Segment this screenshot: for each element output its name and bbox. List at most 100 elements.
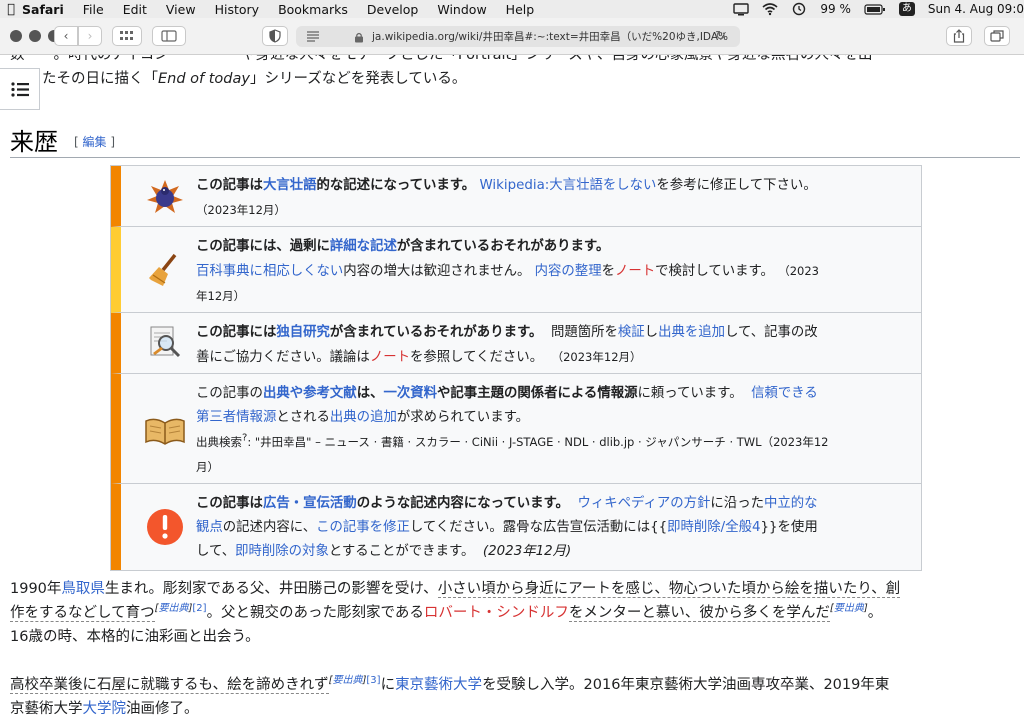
bio-redlink[interactable]: ロバート・シンドルフ — [424, 605, 569, 621]
broom-icon — [143, 248, 187, 292]
notice-link[interactable]: 百科事典に相応しくない — [196, 264, 343, 279]
menu-help[interactable]: Help — [506, 2, 535, 17]
notice-link[interactable]: 出典の追加 — [330, 410, 397, 425]
notice-text: とすることができます。 — [328, 544, 475, 559]
notice-link[interactable]: ウィキペディアの方針 — [577, 496, 710, 511]
share-button[interactable] — [946, 26, 972, 46]
bio-link[interactable]: 東京藝術大学 — [395, 677, 482, 693]
notice-text: が求められています。 — [396, 410, 530, 425]
toc-toggle-button[interactable] — [0, 68, 40, 110]
menu-clock[interactable]: Sun 4. Aug 09:0 — [928, 2, 1024, 16]
edit-section-link[interactable]: 編集 — [83, 135, 107, 149]
tab-overview-button[interactable] — [112, 26, 142, 46]
notice-link[interactable]: 信頼できる — [751, 386, 818, 401]
notice-link[interactable]: 第三者情報源 — [196, 410, 276, 425]
menu-window[interactable]: Window — [437, 2, 486, 17]
notice-text: を — [601, 264, 615, 279]
heading-divider — [10, 157, 1020, 158]
notice-text: 情報源 — [597, 386, 638, 401]
back-button[interactable]: ‹ — [54, 26, 78, 46]
citation-needed-link[interactable]: 要出典 — [834, 603, 864, 614]
url-text: ja.wikipedia.org/wiki/井田幸昌#:~:text=井田幸昌（… — [372, 31, 728, 43]
peacock-icon — [143, 174, 187, 218]
notice-text: に沿った — [710, 496, 764, 511]
reload-icon[interactable]: ↻ — [715, 29, 726, 44]
notice-text: この記事には — [196, 325, 277, 340]
reference-link[interactable]: [2] — [192, 603, 206, 614]
notice-link[interactable]: 独自研究 — [276, 325, 330, 340]
notice-text: のような記述内容になっています。 — [356, 496, 569, 511]
menu-bookmarks[interactable]: Bookmarks — [278, 2, 348, 17]
menu-app-name[interactable]: Safari — [22, 2, 64, 17]
notice-broom: この記事には、過剰に詳細な記述が含まれているおそれがあります。 百科事典に相応し… — [111, 227, 921, 313]
citation-needed-link[interactable]: 要出典 — [158, 603, 188, 614]
notice-link[interactable]: この記事を修正 — [316, 520, 410, 535]
notice-text: や記事主題の関係者による — [437, 386, 598, 401]
forward-button[interactable]: › — [78, 26, 102, 46]
citation-needed-link[interactable]: 要出典 — [332, 675, 362, 686]
notice-text: が含まれているおそれがあります。 — [396, 239, 610, 254]
bio-disputed-text: 作をするなどして育つ — [10, 605, 155, 622]
bio-link[interactable]: 大学院 — [83, 701, 127, 717]
bio-text: 京藝術大学 — [10, 701, 83, 717]
notice-link[interactable]: 観点 — [196, 520, 223, 535]
wifi-icon[interactable] — [762, 2, 778, 16]
share-icon — [953, 29, 965, 43]
new-tab-button[interactable] — [984, 26, 1010, 46]
notice-link[interactable]: 大言壮語 — [263, 178, 317, 193]
notice-link[interactable]: 一次資料 — [383, 386, 437, 401]
notice-original-research: この記事には独自研究が含まれているおそれがあります。 問題箇所を検証し出典を追加… — [111, 313, 921, 374]
input-method-indicator[interactable]: あ — [898, 2, 915, 16]
notice-sources-text: この記事の出典や参考文献は、一次資料や記事主題の関係者による情報源に頼っています… — [196, 386, 829, 474]
notice-text: 問題箇所を — [550, 325, 618, 340]
notice-talk-link[interactable]: ノート — [370, 350, 410, 365]
apple-icon[interactable]:  — [0, 2, 22, 17]
notice-date: （2023 — [778, 264, 819, 278]
address-bar[interactable]: ja.wikipedia.org/wiki/井田幸昌#:~:text=井田幸昌（… — [296, 26, 740, 47]
source-search-links[interactable]: "井田幸昌" – ニュース · 書籍 · スカラー · CiNii · J-ST… — [255, 435, 762, 449]
minimize-window-button[interactable] — [29, 30, 41, 42]
notice-link[interactable]: Wikipedia:大言壮語をしない — [479, 178, 656, 193]
privacy-report-button[interactable] — [262, 26, 288, 46]
section-edit: [ 編集 ] — [74, 133, 115, 150]
intro-line-1: 数 。時代のアイコン や身近な人々をモチーフとした「Portrait」シリーズや… — [10, 55, 873, 67]
intro-text-1: 数 。時代のアイコン や身近な人々をモチーフとした「Portrait」シリーズや… — [10, 55, 873, 63]
notice-original-research-text: この記事には独自研究が含まれているおそれがあります。 問題箇所を検証し出典を追加… — [196, 321, 911, 370]
notice-link[interactable]: 検証 — [618, 325, 645, 340]
notice-talk-link[interactable]: ノート — [615, 264, 655, 279]
menu-history[interactable]: History — [215, 2, 259, 17]
close-window-button[interactable] — [10, 30, 22, 42]
time-machine-icon[interactable] — [791, 2, 807, 16]
bio-disputed-text: 高校卒業後に石屋に就職するも、絵を諦めきれず — [10, 677, 329, 694]
notice-link[interactable]: 内容の整理 — [535, 264, 602, 279]
reference-link[interactable]: [3] — [366, 675, 380, 686]
notice-link[interactable]: 詳細な記述 — [330, 239, 397, 254]
notice-link[interactable]: 即時削除/全般4 — [667, 520, 760, 535]
browser-toolbar: ‹ › ja.wikipedia.org/wiki/井田幸昌#:~:text=井… — [0, 18, 1024, 55]
notice-link[interactable]: 中立的な — [764, 496, 818, 511]
menu-view[interactable]: View — [166, 2, 196, 17]
menu-file[interactable]: File — [83, 2, 104, 17]
biography-paragraph-1: 1990年鳥取県生まれ。彫刻家である父、井田勝己の影響を受け、小さい頃から身近に… — [10, 581, 901, 645]
bio-disputed-text: 小さい頃から身近にアートを感じ、物心ついた頃から絵を描いたり、創 — [437, 581, 901, 598]
notice-text: この記事には、過剰に — [196, 239, 330, 254]
reader-icon[interactable] — [306, 30, 320, 45]
notice-link[interactable]: 出典や参考文献 — [263, 386, 357, 401]
screen-icon[interactable] — [733, 2, 750, 16]
chevron-right-icon: › — [87, 29, 93, 43]
bio-link[interactable]: 鳥取県 — [61, 581, 105, 597]
menu-edit[interactable]: Edit — [123, 2, 147, 17]
notice-date: （2023年12月） — [551, 350, 642, 364]
sidebar-button[interactable] — [152, 26, 186, 46]
menu-develop[interactable]: Develop — [367, 2, 418, 17]
notice-link[interactable]: 即時削除の対象 — [235, 544, 329, 559]
book-icon — [143, 407, 187, 451]
notice-broom-text: この記事には、過剰に詳細な記述が含まれているおそれがあります。 百科事典に相応し… — [196, 235, 911, 309]
notice-link[interactable]: 広告・宣伝活動 — [263, 496, 357, 511]
notice-text: 善にご協力ください。議論は — [196, 350, 370, 365]
bio-text: 生まれ。彫刻家である父、井田勝己の影響を受け、 — [104, 581, 438, 597]
bio-text: に — [380, 677, 396, 693]
window-controls — [10, 30, 60, 42]
notice-link[interactable]: 出典を追加 — [658, 325, 725, 340]
battery-icon[interactable] — [864, 2, 886, 16]
